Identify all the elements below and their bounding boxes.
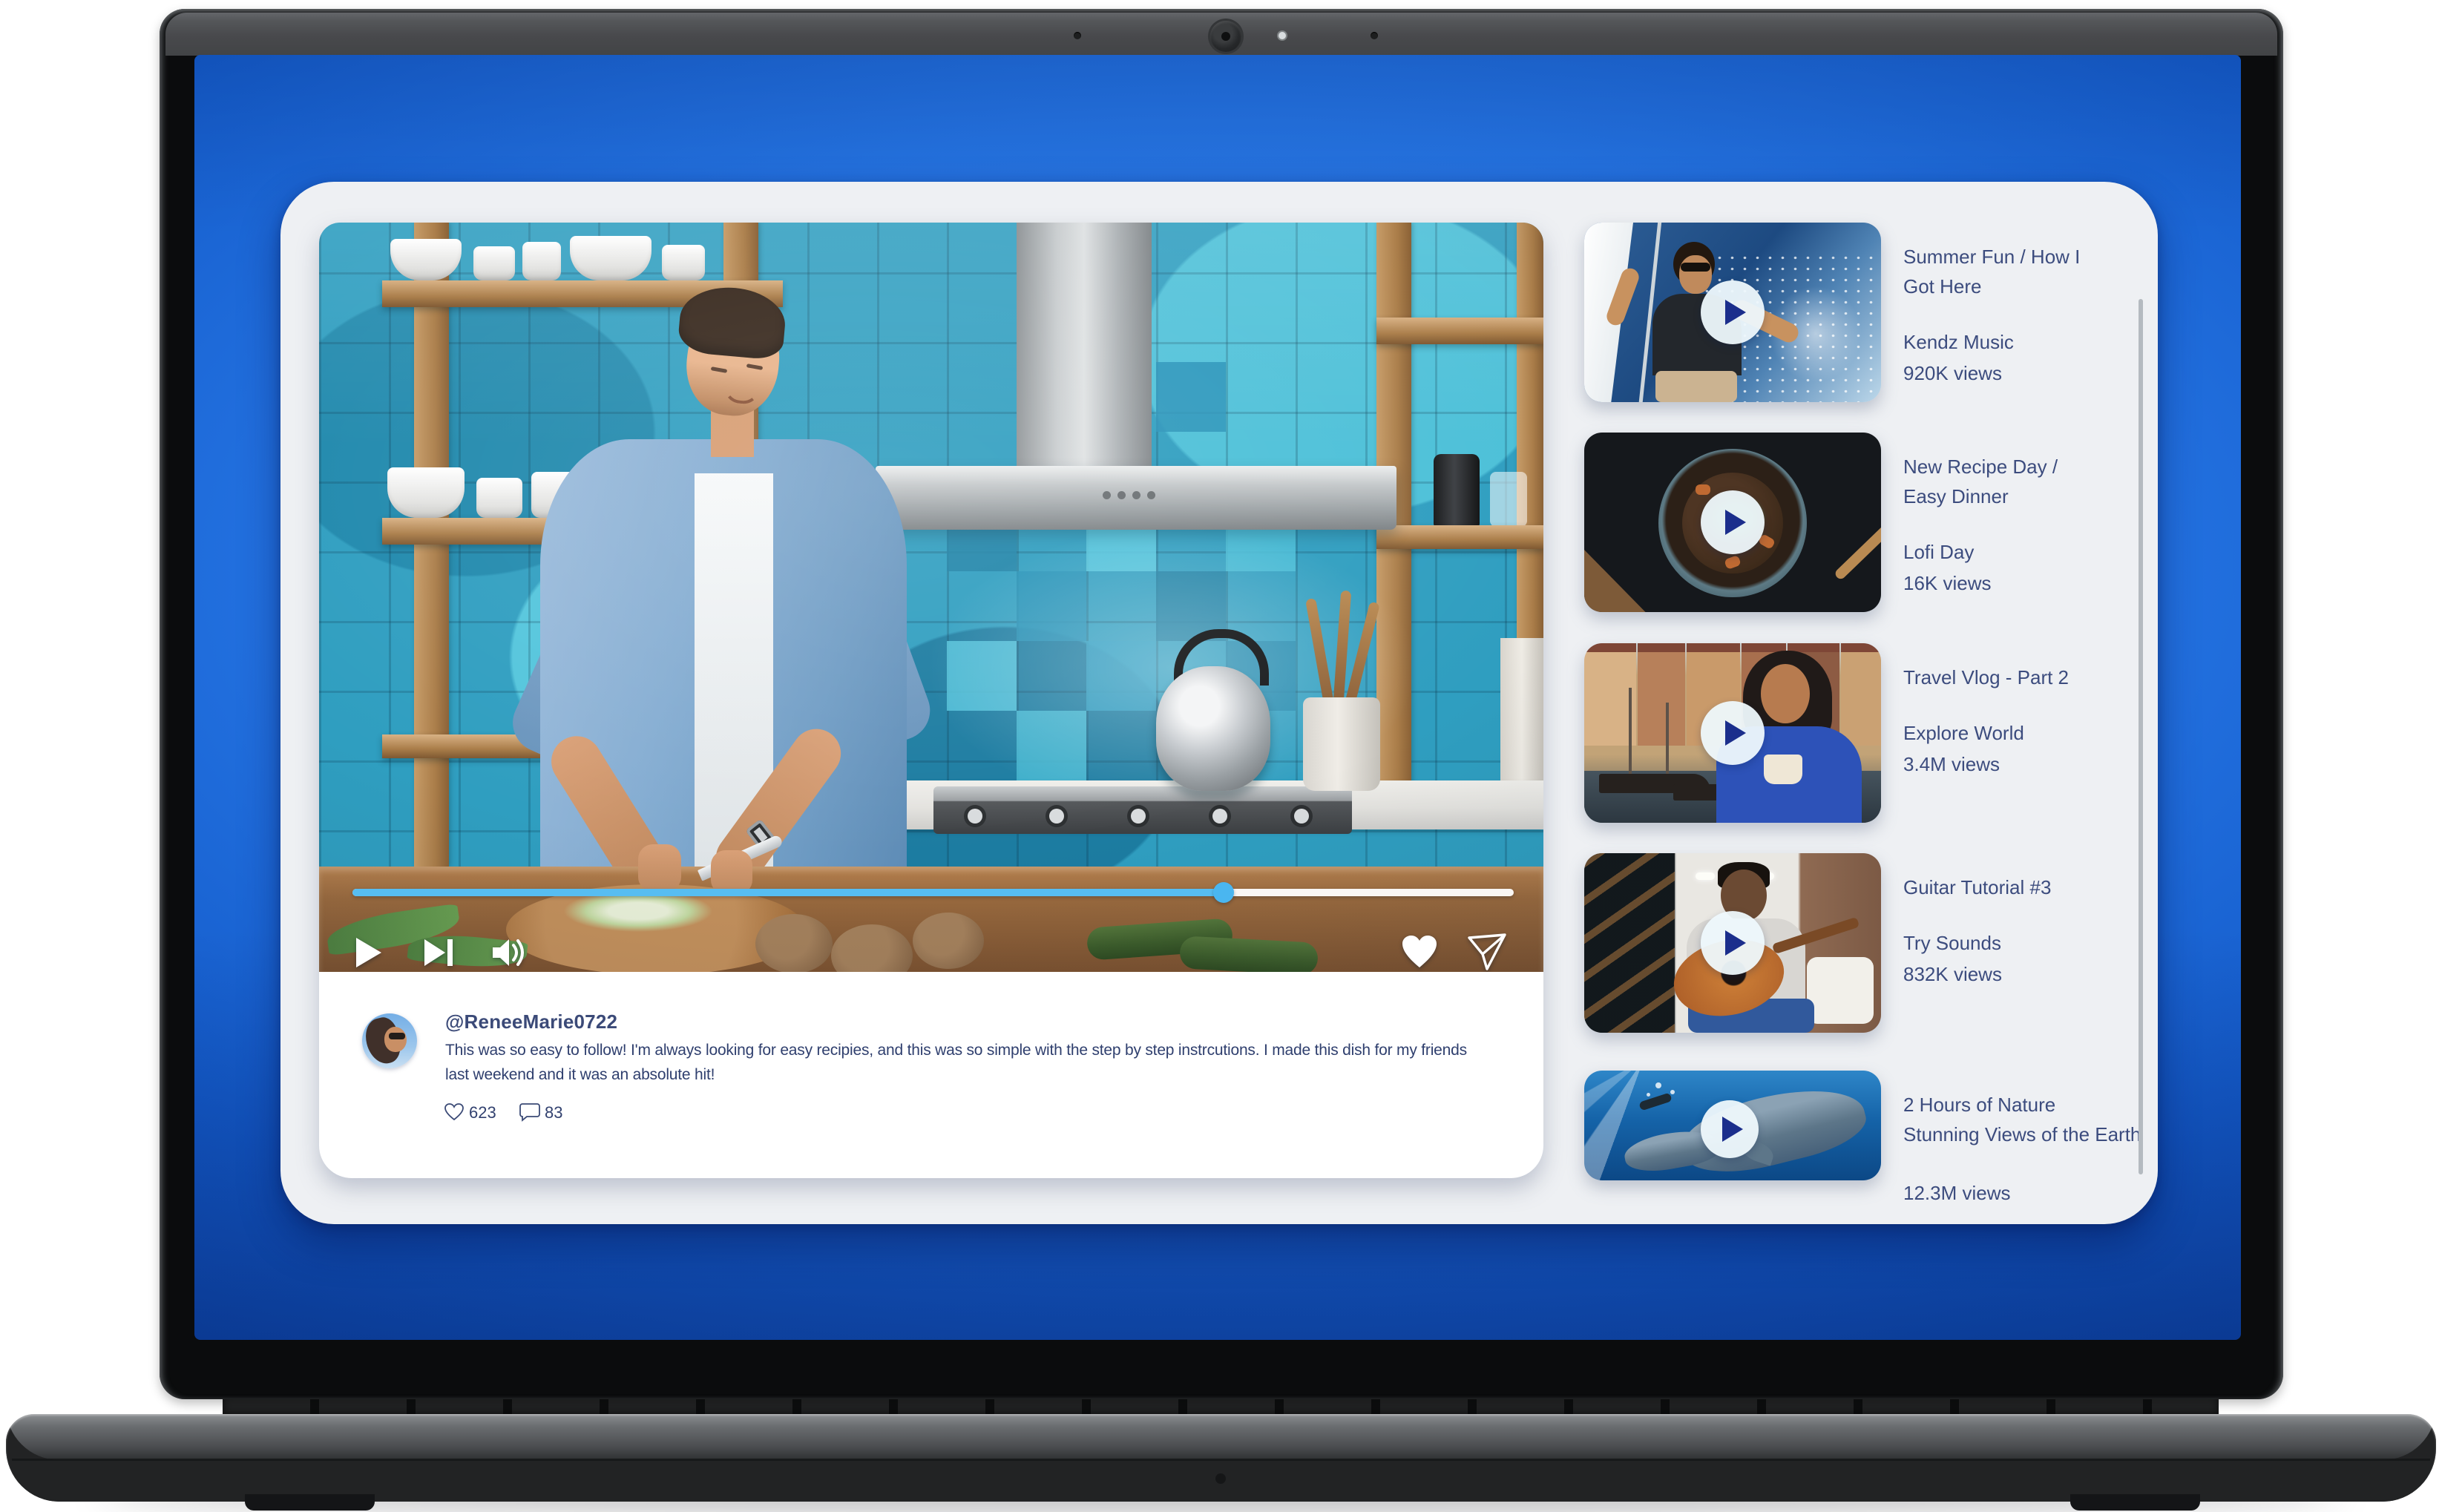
app-window: @ReneeMarie0722 This was so easy to foll… (280, 182, 2158, 1224)
play-overlay-icon[interactable] (1701, 280, 1765, 344)
thumbnail-nature[interactable] (1584, 1071, 1881, 1180)
heart-outline-icon (444, 1102, 465, 1122)
avatar-sunglasses (389, 1033, 405, 1039)
laptop-screen: @ReneeMarie0722 This was so easy to foll… (194, 55, 2241, 1340)
comment-text-line2: last weekend and it was an absolute hit! (445, 1066, 715, 1084)
snorkeler (1638, 1092, 1673, 1111)
reply-count: 83 (545, 1103, 562, 1123)
video-views: 12.3M views (1903, 1179, 2133, 1207)
camera-led (1279, 32, 1286, 39)
video-card: @ReneeMarie0722 This was so easy to foll… (319, 223, 1543, 1178)
woman-face (1761, 664, 1810, 723)
video-title-line: Got Here (1903, 272, 2133, 301)
bubble (1670, 1090, 1675, 1094)
comment-text-line1: This was so easy to follow! I'm always l… (445, 1042, 1467, 1059)
video-title-line: Travel Vlog - Part 2 (1903, 663, 2133, 692)
sidebar-item-guitar-tutorial[interactable]: Guitar Tutorial #3 Try Sounds 832K views (1584, 853, 2133, 1033)
video-views: 16K views (1903, 569, 2133, 597)
bubble (1647, 1093, 1650, 1097)
carrot (1696, 484, 1710, 495)
like-heart-button[interactable] (1401, 935, 1438, 969)
building (1841, 649, 1881, 746)
sidebar-item-text: New Recipe Day / Easy Dinner Lofi Day 16… (1903, 452, 2133, 597)
like-count-button[interactable]: 623 (444, 1102, 465, 1125)
video-views: 3.4M views (1903, 750, 2133, 778)
webcam (1210, 21, 1241, 52)
video-title-line: New Recipe Day / (1903, 452, 2133, 481)
video-views: 920K views (1903, 359, 2133, 387)
play-overlay-icon[interactable] (1701, 701, 1765, 765)
video-channel: Try Sounds (1903, 929, 2133, 957)
microphone-left (1074, 32, 1081, 39)
base-logo (1215, 1473, 1226, 1484)
sidebar-item-new-recipe[interactable]: New Recipe Day / Easy Dinner Lofi Day 16… (1584, 433, 2133, 612)
webcam-lens-icon (1221, 32, 1230, 41)
video-surface[interactable] (319, 223, 1543, 972)
progress-fill (352, 889, 1224, 896)
video-title-line: Summer Fun / How I (1903, 242, 2133, 272)
sidebar-item-text: Summer Fun / How I Got Here Kendz Music … (1903, 242, 2133, 387)
sailor-face (1679, 255, 1712, 294)
comment-username: @ReneeMarie0722 (445, 1010, 617, 1033)
thumbnail-guitar-tutorial[interactable] (1584, 853, 1881, 1033)
progress-track[interactable] (352, 889, 1514, 896)
play-button[interactable] (355, 936, 383, 969)
sidebar-scrollbar[interactable] (2139, 299, 2143, 1174)
boat-mast (1666, 703, 1669, 777)
bubble (1655, 1082, 1661, 1088)
sidebar-item-text: 2 Hours of Nature Stunning Views of the … (1903, 1090, 2133, 1207)
laptop-lid: @ReneeMarie0722 This was so easy to foll… (160, 9, 2283, 1399)
video-title-line: Easy Dinner (1903, 481, 2133, 511)
boat-mast (1629, 688, 1632, 777)
wooden-spoon (1834, 476, 1881, 581)
comment-bubble-icon (519, 1102, 540, 1122)
thumbnail-new-recipe[interactable] (1584, 433, 1881, 612)
sidebar-item-nature[interactable]: 2 Hours of Nature Stunning Views of the … (1584, 1071, 2133, 1180)
sidebar-item-text: Guitar Tutorial #3 Try Sounds 832K views (1903, 872, 2133, 988)
thumbnail-summer-fun[interactable] (1584, 223, 1881, 402)
sidebar-item-text: Travel Vlog - Part 2 Explore World 3.4M … (1903, 663, 2133, 778)
top-bezel (165, 13, 2277, 56)
like-count: 623 (469, 1103, 496, 1123)
play-overlay-icon[interactable] (1701, 911, 1765, 975)
base-seam (12, 1459, 2430, 1461)
play-overlay-icon[interactable] (1701, 1100, 1759, 1158)
staircase (1584, 853, 1675, 1033)
video-channel: Explore World (1903, 719, 2133, 747)
ice-cream-cup (1764, 755, 1802, 784)
video-title-line: Guitar Tutorial #3 (1903, 872, 2133, 902)
progress-thumb[interactable] (1213, 882, 1234, 903)
ceiling-light (1696, 872, 1715, 880)
video-lighting (319, 223, 1543, 972)
avatar[interactable] (362, 1013, 417, 1068)
building (1638, 649, 1685, 746)
video-title-line: 2 Hours of Nature (1903, 1090, 2133, 1120)
video-views: 832K views (1903, 960, 2133, 988)
share-send-button[interactable] (1468, 933, 1506, 970)
thumbnail-travel-vlog[interactable] (1584, 643, 1881, 823)
video-channel: Kendz Music (1903, 328, 2133, 356)
sailor-shorts (1655, 371, 1737, 402)
sidebar-item-summer-fun[interactable]: Summer Fun / How I Got Here Kendz Music … (1584, 223, 2133, 402)
video-channel: Lofi Day (1903, 538, 2133, 566)
chair-cushion (1807, 957, 1874, 1024)
sidebar-item-travel-vlog[interactable]: Travel Vlog - Part 2 Explore World 3.4M … (1584, 643, 2133, 823)
play-overlay-icon[interactable] (1701, 490, 1765, 554)
laptop-base (6, 1414, 2436, 1502)
video-title-line: Stunning Views of the Earth (1903, 1120, 2133, 1149)
comment-section: @ReneeMarie0722 This was so easy to foll… (319, 972, 1543, 1178)
skip-next-button[interactable] (423, 938, 456, 967)
volume-icon[interactable] (491, 936, 527, 969)
microphone-right (1371, 32, 1378, 39)
sailor-sunglasses (1681, 263, 1710, 272)
avatar-face (384, 1027, 407, 1052)
reply-count-button[interactable]: 83 (519, 1102, 540, 1125)
